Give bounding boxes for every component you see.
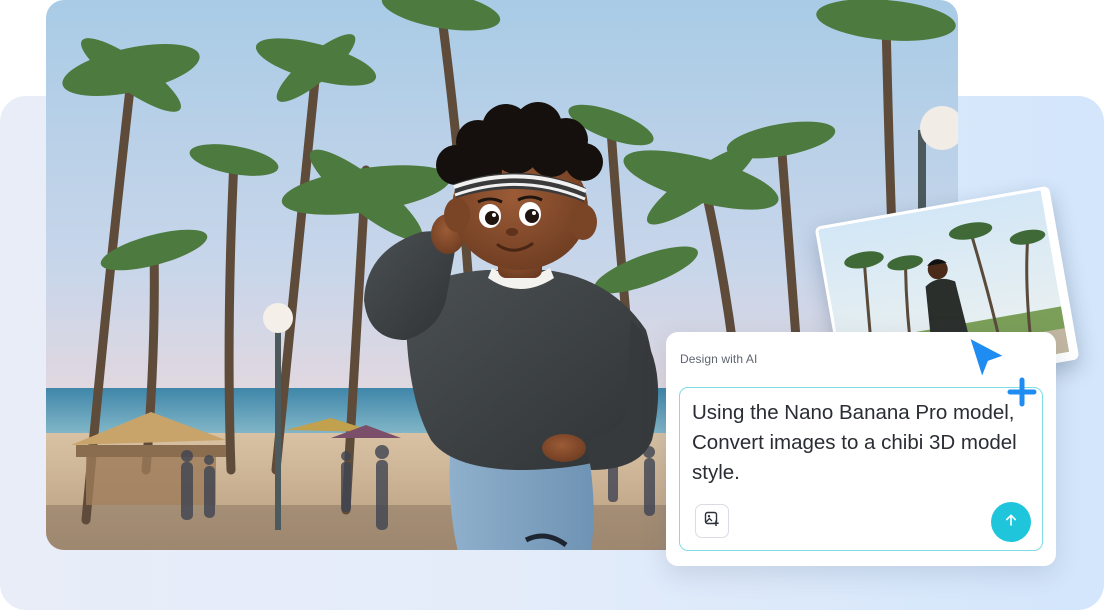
upload-image-button[interactable] bbox=[695, 504, 729, 538]
send-button[interactable] bbox=[991, 502, 1031, 542]
panel-title: Design with AI bbox=[680, 352, 758, 366]
arrow-up-icon bbox=[1003, 512, 1019, 533]
pointer-plus-icon bbox=[962, 332, 1042, 412]
image-upload-icon bbox=[704, 511, 720, 532]
